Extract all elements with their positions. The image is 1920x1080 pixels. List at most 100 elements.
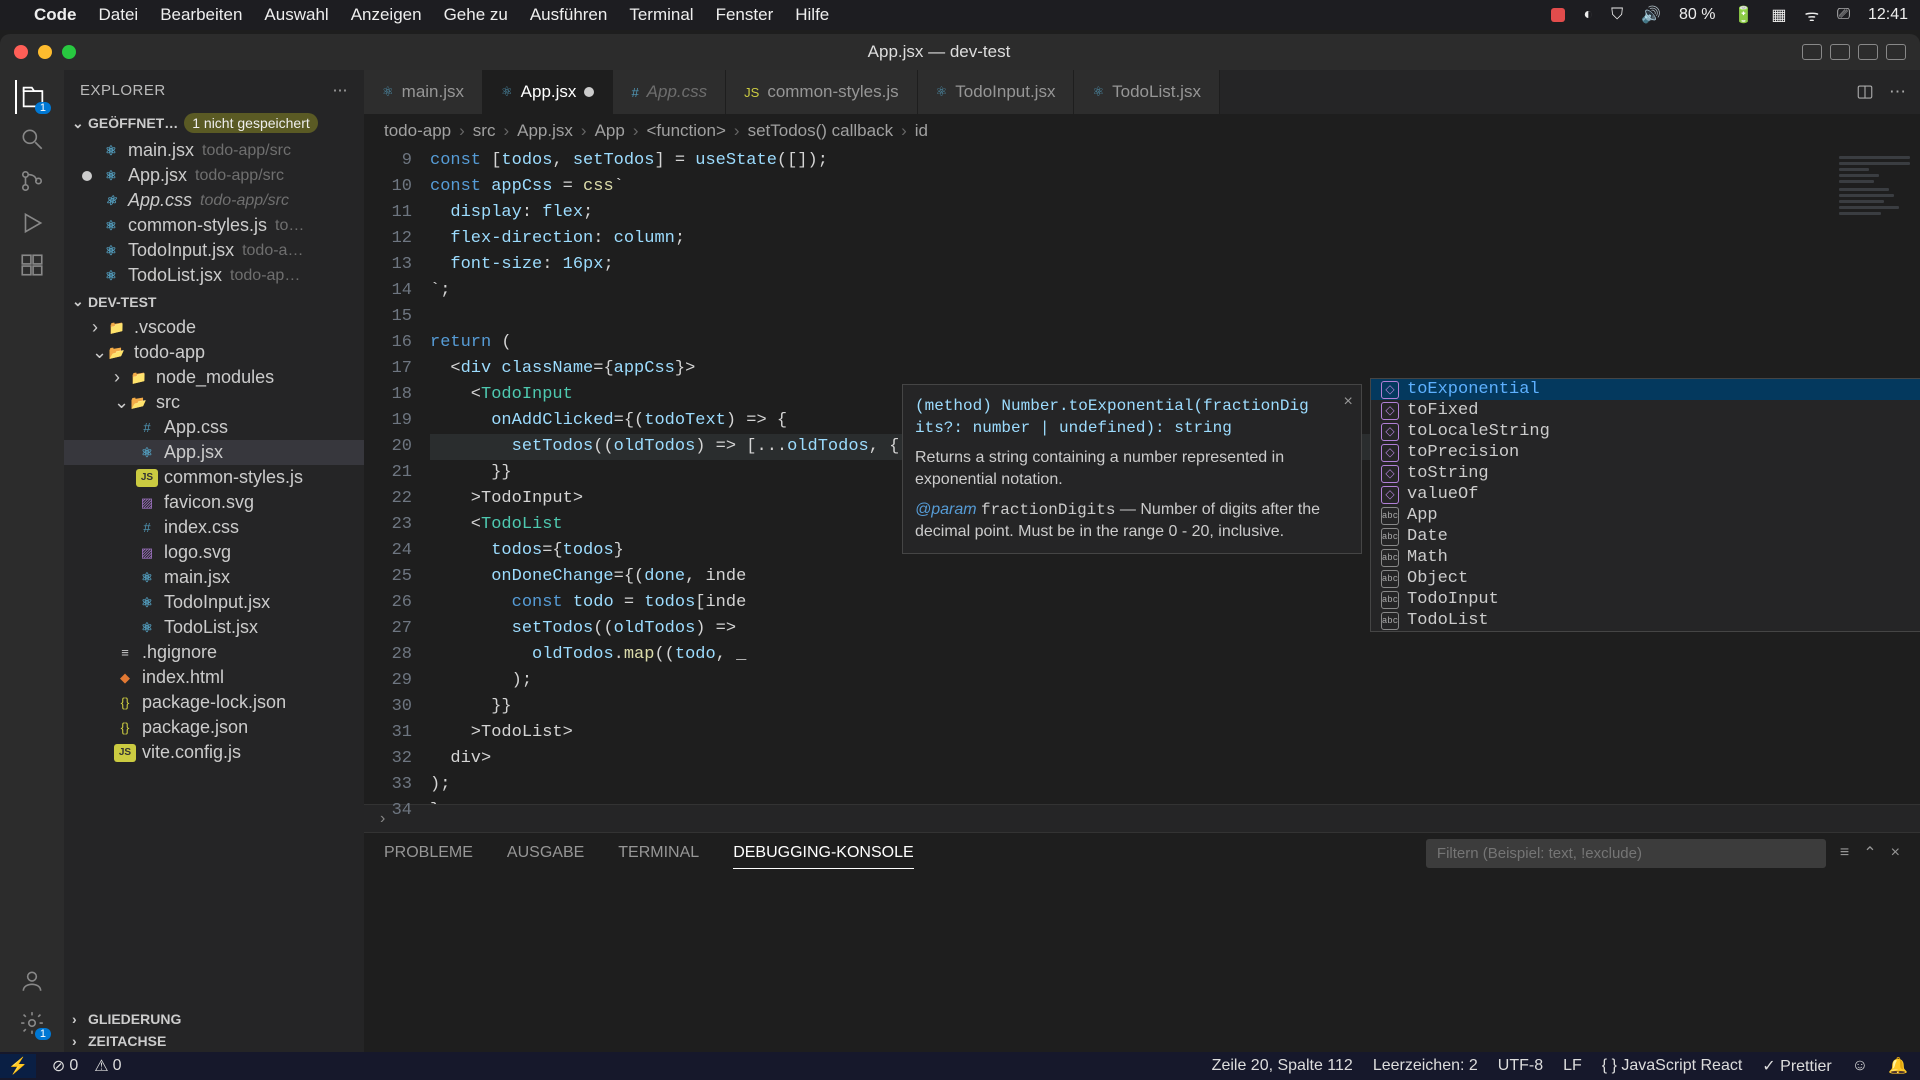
file-item[interactable]: ⚛TodoInput.jsx xyxy=(64,590,364,615)
menu-item[interactable]: Fenster xyxy=(716,5,774,25)
settings-gear-icon[interactable]: 1 xyxy=(15,1006,49,1040)
bell-icon[interactable]: 🔔 xyxy=(1888,1056,1908,1076)
autocomplete-popup[interactable]: ◇toExponential◇toFixed◇toLocaleString◇to… xyxy=(1370,378,1920,632)
remote-button[interactable]: ⚡ xyxy=(0,1054,36,1078)
suggestion-item[interactable]: abcTodoInput xyxy=(1371,589,1920,610)
maximize-window-button[interactable] xyxy=(62,45,76,59)
editor-tab[interactable]: #App.css xyxy=(613,70,726,114)
suggestion-item[interactable]: ◇toLocaleString xyxy=(1371,421,1920,442)
control-center-icon[interactable]: ⎚ xyxy=(1837,6,1850,24)
file-item[interactable]: ⚛main.jsx xyxy=(64,565,364,590)
menu-item[interactable]: Ausführen xyxy=(530,5,608,25)
tray-icon[interactable]: ◐ xyxy=(1583,6,1593,24)
file-item[interactable]: ⚛App.jsx xyxy=(64,440,364,465)
open-editor-item[interactable]: ⚛common-styles.jsto… xyxy=(64,213,364,238)
eol[interactable]: LF xyxy=(1563,1057,1582,1075)
breadcrumb-item[interactable]: App xyxy=(595,121,625,141)
menu-item[interactable]: Bearbeiten xyxy=(160,5,242,25)
folder-item[interactable]: ›📁.vscode xyxy=(64,315,364,340)
open-editor-item[interactable]: ⚛TodoList.jsxtodo-ap… xyxy=(64,263,364,288)
debug-icon[interactable] xyxy=(15,206,49,240)
editor-tab[interactable]: ⚛App.jsx xyxy=(483,70,613,114)
encoding[interactable]: UTF-8 xyxy=(1498,1057,1543,1075)
file-item[interactable]: JScommon-styles.js xyxy=(64,465,364,490)
file-item[interactable]: JSvite.config.js xyxy=(64,740,364,765)
indent-setting[interactable]: Leerzeichen: 2 xyxy=(1373,1057,1478,1075)
chevron-up-icon[interactable]: ⌃ xyxy=(1863,843,1876,863)
layout-toggle-icon[interactable] xyxy=(1858,44,1878,60)
language-mode[interactable]: { } JavaScript React xyxy=(1602,1057,1743,1075)
panel-tab[interactable]: TERMINAL xyxy=(618,838,699,868)
battery-percent[interactable]: 80 % xyxy=(1679,6,1715,24)
timeline-header[interactable]: ›ZEITACHSE xyxy=(64,1030,364,1052)
cursor-position[interactable]: Zeile 20, Spalte 112 xyxy=(1212,1057,1353,1075)
editor-tab[interactable]: ⚛main.jsx xyxy=(364,70,483,114)
battery-icon[interactable]: 🔋 xyxy=(1733,5,1753,25)
folder-item[interactable]: ›📁node_modules xyxy=(64,365,364,390)
layout-customize-icon[interactable] xyxy=(1886,44,1906,60)
panel-tab[interactable]: PROBLEME xyxy=(384,838,473,868)
sidebar-more-icon[interactable]: ⋯ xyxy=(333,81,349,99)
open-editors-header[interactable]: ⌄ GEÖFFNET… 1 nicht gespeichert xyxy=(64,110,364,136)
menu-item[interactable]: Anzeigen xyxy=(351,5,422,25)
file-item[interactable]: ≡.hgignore xyxy=(64,640,364,665)
file-item[interactable]: ◆index.html xyxy=(64,665,364,690)
open-editor-item[interactable]: ⚛TodoInput.jsxtodo-a… xyxy=(64,238,364,263)
breadcrumb-item[interactable]: setTodos() callback xyxy=(748,121,894,141)
warnings-count[interactable]: ⚠ 0 xyxy=(94,1056,121,1076)
tray-icon[interactable]: ▦ xyxy=(1771,5,1786,25)
clock[interactable]: 12:41 xyxy=(1868,6,1908,24)
suggestion-item[interactable]: abcDate xyxy=(1371,526,1920,547)
explorer-icon[interactable]: 1 xyxy=(15,80,49,114)
editor-tab[interactable]: ⚛TodoInput.jsx xyxy=(918,70,1075,114)
open-editor-item[interactable]: ⚛App.jsxtodo-app/src xyxy=(64,163,364,188)
suggestion-item[interactable]: ◇toFixed xyxy=(1371,400,1920,421)
file-item[interactable]: #App.css xyxy=(64,415,364,440)
outline-header[interactable]: ›GLIEDERUNG xyxy=(64,1008,364,1030)
file-item[interactable]: #index.css xyxy=(64,515,364,540)
volume-icon[interactable]: 🔊 xyxy=(1641,5,1661,25)
source-control-icon[interactable] xyxy=(15,164,49,198)
suggestion-item[interactable]: abcTodoList xyxy=(1371,610,1920,631)
breadcrumbs[interactable]: todo-app›src›App.jsx›App›<function>›setT… xyxy=(364,114,1920,148)
menu-item[interactable]: Terminal xyxy=(629,5,693,25)
breadcrumb-bottom[interactable]: › xyxy=(364,804,1920,832)
breadcrumb-item[interactable]: <function> xyxy=(646,121,725,141)
layout-toggle-icon[interactable] xyxy=(1802,44,1822,60)
open-editor-item[interactable]: ⚛main.jsxtodo-app/src xyxy=(64,138,364,163)
editor-tab[interactable]: JScommon-styles.js xyxy=(726,70,917,114)
feedback-icon[interactable]: ☺ xyxy=(1852,1057,1868,1075)
panel-tab[interactable]: DEBUGGING-KONSOLE xyxy=(733,838,913,869)
tray-icon[interactable]: ⛉ xyxy=(1611,6,1623,24)
wifi-icon[interactable]: ᯤ xyxy=(1805,4,1820,26)
close-panel-icon[interactable]: × xyxy=(1891,844,1900,862)
recording-icon[interactable] xyxy=(1551,8,1565,22)
suggestion-item[interactable]: abcMath xyxy=(1371,547,1920,568)
file-item[interactable]: ⚛TodoList.jsx xyxy=(64,615,364,640)
close-window-button[interactable] xyxy=(14,45,28,59)
menu-app-name[interactable]: Code xyxy=(34,5,77,25)
search-icon[interactable] xyxy=(15,122,49,156)
menu-item[interactable]: Gehe zu xyxy=(444,5,508,25)
filter-settings-icon[interactable]: ≡ xyxy=(1840,844,1849,862)
layout-toggle-icon[interactable] xyxy=(1830,44,1850,60)
suggestion-item[interactable]: ◇toPrecision xyxy=(1371,442,1920,463)
project-header[interactable]: ⌄ DEV-TEST xyxy=(64,290,364,313)
suggestion-item[interactable]: ◇valueOf xyxy=(1371,484,1920,505)
breadcrumb-item[interactable]: todo-app xyxy=(384,121,451,141)
file-item[interactable]: {}package-lock.json xyxy=(64,690,364,715)
breadcrumb-item[interactable]: id xyxy=(915,121,928,141)
menu-item[interactable]: Hilfe xyxy=(795,5,829,25)
file-item[interactable]: ▨favicon.svg xyxy=(64,490,364,515)
file-item[interactable]: ▨logo.svg xyxy=(64,540,364,565)
extensions-icon[interactable] xyxy=(15,248,49,282)
account-icon[interactable] xyxy=(15,964,49,998)
menu-item[interactable]: Datei xyxy=(99,5,139,25)
editor-tab[interactable]: ⚛TodoList.jsx xyxy=(1074,70,1219,114)
breadcrumb-item[interactable]: src xyxy=(473,121,496,141)
menu-item[interactable]: Auswahl xyxy=(264,5,328,25)
errors-count[interactable]: ⊘ 0 xyxy=(52,1056,78,1076)
suggestion-item[interactable]: abcApp xyxy=(1371,505,1920,526)
panel-tab[interactable]: AUSGABE xyxy=(507,838,584,868)
file-item[interactable]: {}package.json xyxy=(64,715,364,740)
